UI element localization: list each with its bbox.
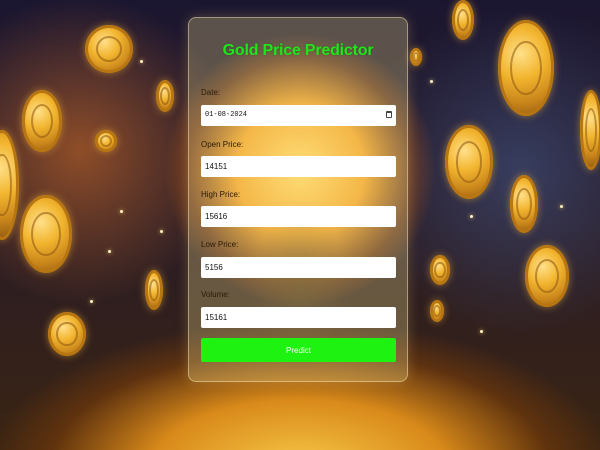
gold-coin-image <box>510 175 538 233</box>
star-sparkle <box>480 330 483 333</box>
star-sparkle <box>108 250 111 253</box>
gold-coin-image <box>498 20 554 116</box>
background-scene: Gold Price Predictor Date: 01-08-2024 Op… <box>0 0 600 450</box>
low-price-label: Low Price: <box>201 240 239 249</box>
gold-coin-image <box>430 300 444 322</box>
star-sparkle <box>140 60 143 63</box>
date-value: 01-08-2024 <box>205 111 248 119</box>
predictor-form-card: Gold Price Predictor Date: 01-08-2024 Op… <box>188 17 408 382</box>
star-sparkle <box>430 80 433 83</box>
volume-input[interactable]: 15161 <box>201 307 396 328</box>
gold-coin-image <box>452 0 474 40</box>
gold-coin-image <box>410 48 422 66</box>
high-price-value: 15616 <box>205 212 228 221</box>
gold-coin-image <box>20 195 72 273</box>
date-input[interactable]: 01-08-2024 <box>201 105 396 126</box>
high-price-input[interactable]: 15616 <box>201 206 396 227</box>
star-sparkle <box>90 300 93 303</box>
open-price-input[interactable]: 14151 <box>201 156 396 177</box>
low-price-input[interactable]: 5156 <box>201 257 396 278</box>
volume-label: Volume: <box>201 290 230 299</box>
predict-button[interactable]: Predict <box>201 338 396 362</box>
gold-coin-image <box>445 125 493 199</box>
star-sparkle <box>560 205 563 208</box>
star-sparkle <box>470 215 473 218</box>
low-price-value: 5156 <box>205 263 223 272</box>
open-price-label: Open Price: <box>201 140 244 149</box>
gold-coin-image <box>0 130 19 240</box>
gold-coin-image <box>525 245 569 307</box>
gold-coin-image <box>48 312 86 356</box>
gold-coin-image <box>22 90 62 152</box>
gold-coin-image <box>430 255 450 285</box>
gold-coin-image <box>580 90 600 170</box>
star-sparkle <box>160 230 163 233</box>
star-sparkle <box>120 210 123 213</box>
calendar-icon[interactable] <box>386 111 392 118</box>
gold-coin-image <box>145 270 163 310</box>
high-price-label: High Price: <box>201 190 241 199</box>
date-label: Date: <box>201 88 221 97</box>
gold-coin-image <box>85 25 133 73</box>
gold-coin-image <box>156 80 174 112</box>
open-price-value: 14151 <box>205 162 228 171</box>
page-title: Gold Price Predictor <box>222 42 374 59</box>
volume-value: 15161 <box>205 313 228 322</box>
gold-coin-image <box>95 130 117 152</box>
